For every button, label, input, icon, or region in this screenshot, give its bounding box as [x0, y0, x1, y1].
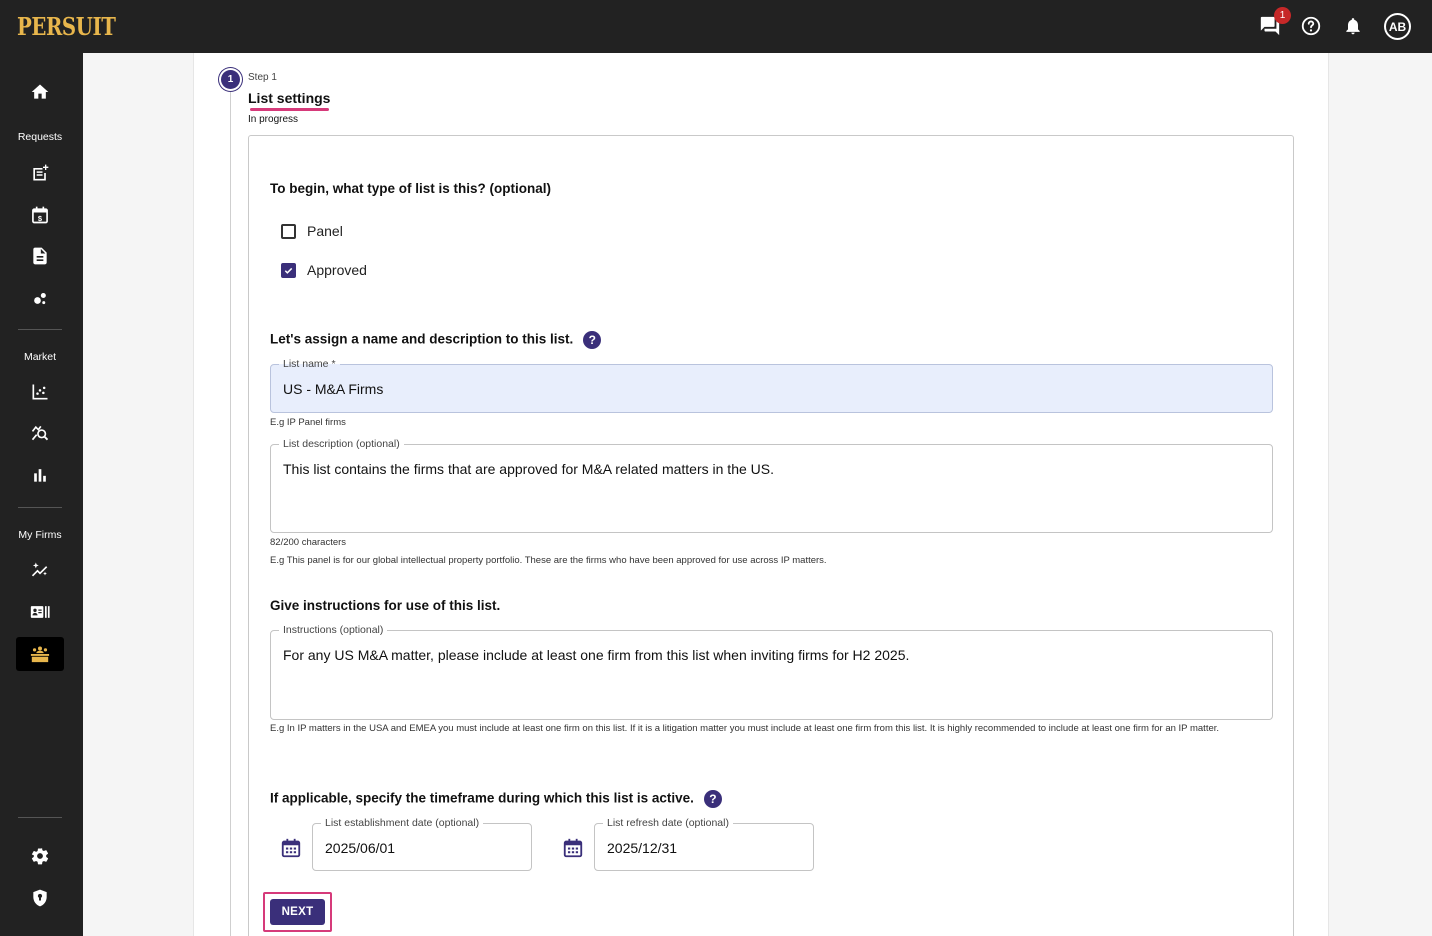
- sidebar-item-market-search[interactable]: [16, 416, 64, 450]
- firm-lists-icon: [30, 646, 50, 663]
- sidebar-section-requests: Requests: [17, 131, 63, 143]
- approved-checkbox-label: Approved: [307, 262, 367, 278]
- sidebar-item-billing[interactable]: $: [16, 198, 64, 232]
- timeframe-question-text: If applicable, specify the timeframe dur…: [270, 790, 694, 806]
- sidebar-item-new-request[interactable]: [16, 156, 64, 190]
- sidebar-item-security[interactable]: [16, 881, 64, 915]
- list-description-field[interactable]: List description (optional) This list co…: [270, 437, 1273, 533]
- list-name-field[interactable]: List name * US - M&A Firms: [270, 357, 1273, 413]
- approved-checkbox-row[interactable]: Approved: [281, 262, 367, 278]
- approved-checkbox[interactable]: [281, 262, 296, 278]
- list-name-input[interactable]: US - M&A Firms: [283, 381, 383, 397]
- sidebar-section-market: Market: [23, 351, 57, 363]
- home-icon: [31, 84, 49, 99]
- bell-icon: [1346, 18, 1360, 35]
- security-shield-icon: [33, 889, 47, 907]
- sidebar-item-settings[interactable]: [16, 839, 64, 873]
- establishment-date-label: List establishment date (optional): [321, 816, 484, 830]
- contact-card-icon: [30, 606, 50, 618]
- instructions-hint: E.g In IP matters in the USA and EMEA yo…: [270, 723, 1220, 734]
- list-type-question: To begin, what type of list is this? (op…: [270, 181, 551, 196]
- timeframe-question: If applicable, specify the timeframe dur…: [270, 790, 722, 808]
- refresh-date-label: List refresh date (optional): [603, 816, 733, 830]
- notification-badge: 1: [1274, 7, 1291, 24]
- svg-text:$: $: [38, 214, 43, 223]
- settings-icon: [31, 848, 49, 865]
- sidebar-item-bubbles[interactable]: [16, 281, 64, 315]
- top-bar: PERSUIT 1 AB: [0, 0, 1432, 53]
- step-title-highlight: [250, 108, 329, 111]
- sidebar-divider: [18, 507, 62, 508]
- scatter-chart-icon: [32, 384, 48, 400]
- list-name-hint: E.g IP Panel firms: [270, 417, 346, 428]
- sidebar-item-market-scatter[interactable]: [16, 375, 64, 409]
- sidebar-item-firm-lists[interactable]: [16, 637, 64, 671]
- instructions-label: Instructions (optional): [279, 623, 388, 637]
- sidebar-divider: [18, 817, 62, 818]
- sidebar-item-firm-contacts[interactable]: [16, 595, 64, 629]
- user-avatar[interactable]: AB: [1384, 13, 1411, 40]
- checkmark-icon: [284, 267, 293, 274]
- bubbles-icon: [34, 293, 46, 305]
- step-title: List settings: [248, 90, 331, 106]
- name-description-question: Let's assign a name and description to t…: [270, 331, 602, 349]
- establishment-date-input[interactable]: 2025/06/01: [325, 840, 395, 856]
- instructions-field[interactable]: Instructions (optional) For any US M&A m…: [270, 623, 1273, 720]
- next-button[interactable]: NEXT: [270, 899, 325, 925]
- stepper-line: [230, 92, 231, 936]
- search-analytics-icon: [31, 425, 49, 441]
- help-button[interactable]: [1299, 14, 1323, 38]
- sidebar-item-firm-insights[interactable]: [16, 553, 64, 587]
- description-char-count: 82/200 characters: [270, 537, 347, 548]
- sidebar-item-home[interactable]: [16, 75, 64, 109]
- bar-chart-icon: [34, 469, 46, 482]
- establishment-date-field[interactable]: List establishment date (optional) 2025/…: [312, 816, 532, 871]
- step-number-badge: 1: [221, 70, 240, 89]
- panel-checkbox[interactable]: [281, 223, 296, 239]
- list-description-textarea[interactable]: This list contains the firms that are ap…: [283, 461, 774, 477]
- panel-checkbox-label: Panel: [307, 223, 343, 239]
- step-label: Step 1: [248, 72, 277, 83]
- notifications-button[interactable]: [1341, 14, 1365, 38]
- help-icon[interactable]: ?: [703, 790, 722, 808]
- help-icon[interactable]: ?: [583, 331, 602, 349]
- sidebar: Requests $ Market My Firms: [0, 53, 83, 936]
- refresh-date-input[interactable]: 2025/12/31: [607, 840, 677, 856]
- calendar-icon[interactable]: [562, 837, 584, 859]
- sparkle-trend-icon: [31, 562, 48, 577]
- sidebar-item-documents[interactable]: [16, 239, 64, 273]
- panel-checkbox-row[interactable]: Panel: [281, 223, 343, 239]
- list-description-label: List description (optional): [279, 437, 404, 451]
- document-icon: [33, 247, 47, 265]
- name-description-question-text: Let's assign a name and description to t…: [270, 331, 574, 347]
- step-status: In progress: [248, 114, 299, 125]
- help-circle-icon: [1301, 16, 1321, 36]
- calendar-dollar-icon: $: [32, 206, 48, 224]
- messages-button[interactable]: 1: [1258, 7, 1291, 38]
- sidebar-divider: [18, 329, 62, 330]
- sidebar-section-my-firms: My Firms: [18, 529, 62, 541]
- instructions-question: Give instructions for use of this list.: [270, 598, 501, 613]
- refresh-date-field[interactable]: List refresh date (optional) 2025/12/31: [594, 816, 814, 871]
- persuit-logo[interactable]: PERSUIT: [17, 12, 116, 41]
- list-name-label: List name *: [279, 357, 340, 371]
- calendar-icon[interactable]: [280, 837, 302, 859]
- instructions-textarea[interactable]: For any US M&A matter, please include at…: [283, 647, 909, 663]
- new-request-icon: [33, 164, 49, 181]
- list-description-hint: E.g This panel is for our global intelle…: [270, 555, 827, 566]
- sidebar-item-market-bars[interactable]: [16, 458, 64, 492]
